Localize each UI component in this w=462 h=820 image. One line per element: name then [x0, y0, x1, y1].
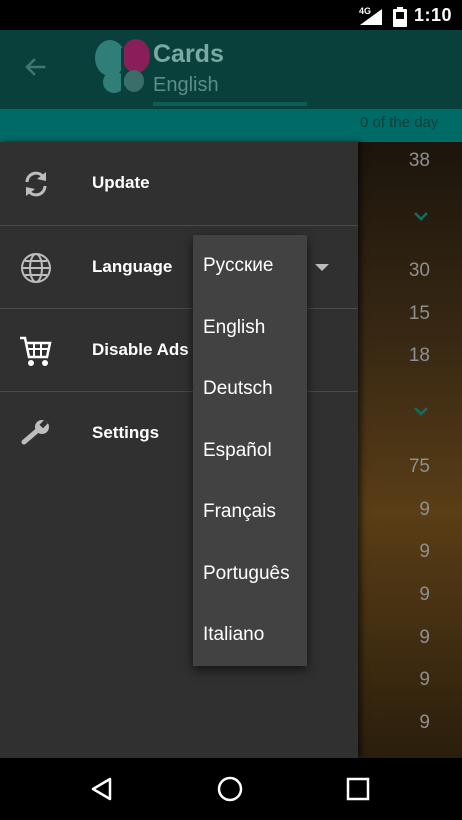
tab-indicator — [153, 102, 307, 106]
list-value: 9 — [419, 541, 430, 562]
app-bar: Cards English — [0, 30, 462, 109]
list-value: 75 — [408, 456, 430, 477]
wrench-icon — [21, 419, 49, 445]
language-option-portuguese[interactable]: Português — [203, 563, 290, 585]
list-value: 38 — [408, 150, 430, 171]
butterfly-logo — [95, 39, 150, 93]
language-option-english[interactable]: English — [203, 317, 265, 339]
list-value: 9 — [419, 712, 430, 733]
cart-icon — [20, 336, 52, 366]
drawer-item-label: Disable Ads — [92, 340, 189, 359]
language-option-spanish[interactable]: Español — [203, 440, 272, 462]
language-option-italian[interactable]: Italiano — [203, 624, 264, 646]
list-value: 18 — [408, 345, 430, 366]
drawer-item-label: Update — [92, 173, 150, 192]
list-value: 9 — [419, 627, 430, 648]
clock: 1:10 — [414, 5, 453, 25]
teal-strip: 0 of the day — [0, 109, 462, 142]
app-subtitle: English — [153, 74, 219, 96]
list-value: 9 — [419, 669, 430, 690]
recents-square-icon[interactable] — [343, 774, 373, 804]
language-option-french[interactable]: Français — [203, 501, 276, 523]
drawer-item-label: Language — [92, 257, 173, 276]
home-circle-icon[interactable] — [215, 774, 245, 804]
language-dropdown-menu: Русские English Deutsch Español Français… — [193, 235, 307, 666]
strip-text: 0 of the day — [360, 114, 439, 131]
back-triangle-icon[interactable] — [87, 774, 117, 804]
chevron-down-icon — [414, 212, 428, 221]
refresh-icon — [25, 171, 47, 197]
list-value: 9 — [419, 499, 430, 520]
system-nav-bar — [0, 758, 462, 820]
list-value: 15 — [408, 303, 430, 324]
language-option-russian[interactable]: Русские — [203, 255, 273, 277]
app-title: Cards — [153, 40, 224, 68]
list-value: 9 — [419, 584, 430, 605]
back-arrow-icon[interactable] — [20, 52, 50, 82]
language-dropdown-caret-icon[interactable] — [315, 264, 329, 271]
background-list: 38 30 15 18 75 9 9 9 9 9 9 — [358, 142, 462, 758]
battery-icon — [393, 7, 407, 27]
chevron-down-icon — [414, 407, 428, 416]
list-value: 30 — [408, 260, 430, 281]
drawer-item-label: Settings — [92, 423, 160, 442]
signal-icon — [360, 9, 382, 25]
status-bar: 4G 1:10 — [0, 0, 462, 30]
language-option-german[interactable]: Deutsch — [203, 378, 273, 400]
drawer-item-update[interactable]: Update — [0, 142, 358, 225]
globe-icon — [21, 253, 51, 283]
